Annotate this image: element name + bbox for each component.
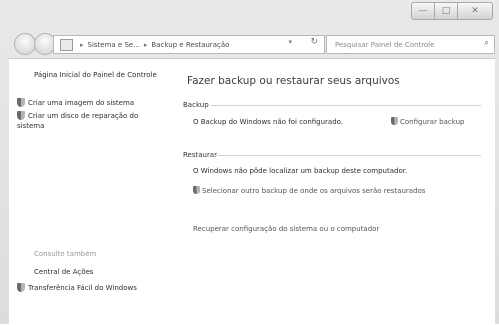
sidebar-item-easy-transfer[interactable]: Transferência Fácil do Windows (17, 283, 137, 293)
back-button[interactable] (14, 33, 36, 55)
breadcrumb-backup-restore[interactable]: Backup e Restauração (151, 41, 229, 49)
select-other-backup-link[interactable]: Selecionar outro backup de onde os arqui… (193, 186, 425, 195)
recover-system-link[interactable]: Recuperar configuração do sistema ou o c… (193, 225, 379, 233)
configure-backup-link[interactable]: Configurar backup (391, 117, 464, 126)
sidebar-item-label: Criar uma imagem do sistema (28, 99, 135, 107)
restore-divider (211, 155, 481, 156)
shield-icon (17, 98, 25, 107)
breadcrumb-system-security[interactable]: Sistema e Se... (88, 41, 140, 49)
shield-icon (391, 117, 398, 125)
title-bar: — □ ✕ (0, 0, 499, 28)
sidebar: Página Inicial do Painel de Controle Cri… (9, 59, 171, 325)
select-other-backup-label: Selecionar outro backup de onde os arqui… (202, 187, 426, 195)
sidebar-home-link[interactable]: Página Inicial do Painel de Controle (34, 70, 159, 80)
backup-divider (211, 105, 481, 106)
close-button[interactable]: ✕ (458, 2, 493, 20)
restore-status-text: O Windows não pôde localizar um backup d… (193, 167, 408, 175)
sidebar-item-action-center[interactable]: Central de Ações (34, 267, 93, 277)
sidebar-item-create-repair-disc[interactable]: Criar um disco de reparação do sistema (17, 111, 167, 131)
shield-icon (17, 111, 25, 120)
address-bar[interactable]: ▸ Sistema e Se... ▸ Backup e Restauração… (53, 35, 325, 54)
navigation-bar: ▸ Sistema e Se... ▸ Backup e Restauração… (0, 30, 499, 58)
search-icon[interactable]: ⌕ (484, 38, 489, 48)
minimize-button[interactable]: — (411, 2, 435, 20)
content-area: Página Inicial do Painel de Controle Cri… (9, 58, 495, 325)
control-panel-icon (60, 38, 73, 51)
window-controls: — □ ✕ (411, 2, 493, 20)
main-panel: Fazer backup ou restaurar seus arquivos … (171, 59, 495, 325)
backup-section-header: Backup (183, 101, 209, 109)
page-title: Fazer backup ou restaurar seus arquivos (187, 75, 400, 87)
breadcrumb-chevron-icon: ▸ (143, 40, 148, 49)
see-also-header: Consulte também (34, 250, 97, 258)
shield-icon (193, 186, 200, 194)
configure-backup-label: Configurar backup (400, 118, 465, 126)
sidebar-item-label: Transferência Fácil do Windows (28, 284, 137, 292)
maximize-button[interactable]: □ (435, 2, 458, 20)
breadcrumb-chevron-icon: ▸ (80, 40, 84, 49)
shield-icon (17, 283, 25, 292)
refresh-icon[interactable]: ↻ (310, 37, 318, 47)
control-panel-window: — □ ✕ ▸ Sistema e Se... ▸ Backup e Resta… (0, 0, 499, 325)
sidebar-item-create-image[interactable]: Criar uma imagem do sistema (17, 98, 167, 108)
backup-status-text: O Backup do Windows não foi configurado. (193, 118, 344, 126)
search-input[interactable]: Pesquisar Painel de Controle ⌕ (326, 35, 495, 54)
search-placeholder: Pesquisar Painel de Controle (335, 40, 435, 49)
chevron-down-icon[interactable]: ▾ (288, 38, 292, 46)
sidebar-item-label: Criar um disco de reparação do sistema (17, 112, 139, 130)
